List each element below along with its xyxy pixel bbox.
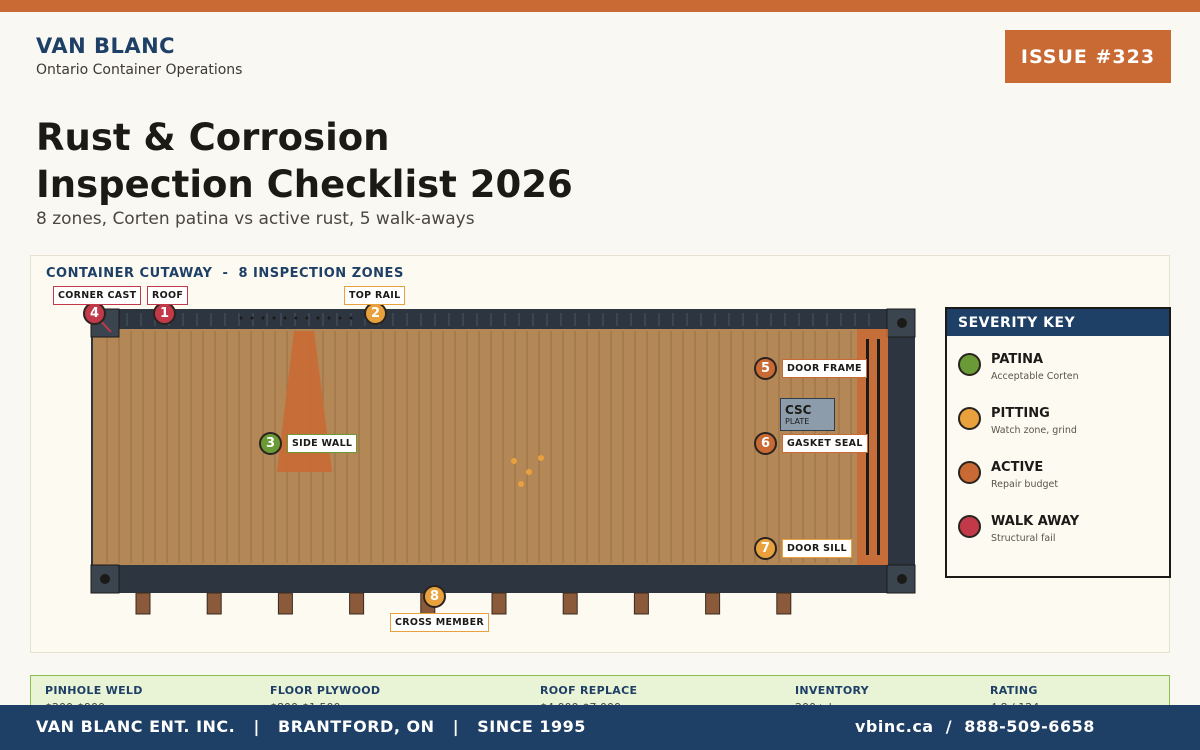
walk-away-swatch — [958, 515, 981, 538]
rail-pit — [261, 316, 265, 320]
zone-8-badge: 8 — [423, 585, 446, 608]
footer-bar: VAN BLANC ENT. INC. | BRANTFORD, ON | SI… — [0, 705, 1200, 750]
corner-hole — [100, 574, 110, 584]
zone-7-badge: 7 — [754, 537, 777, 560]
zone-4-badge: 4 — [83, 302, 106, 325]
page-subtitle: 8 zones, Corten patina vs active rust, 5… — [36, 209, 475, 229]
severity-name: PATINA — [991, 352, 1044, 367]
rail-pit — [239, 316, 243, 320]
cross-member — [705, 592, 721, 615]
issue-badge: ISSUE #323 — [1005, 30, 1171, 83]
corner-hole — [897, 318, 907, 328]
brand-subtitle: Ontario Container Operations — [36, 62, 243, 78]
severity-name: ACTIVE — [991, 460, 1044, 475]
severity-desc: Watch zone, grind — [991, 425, 1077, 436]
zone-7-tag: DOOR SILL — [782, 539, 852, 558]
cross-member — [562, 592, 578, 615]
csc-plate-title: CSC — [785, 403, 812, 417]
severity-desc: Structural fail — [991, 533, 1056, 544]
active-swatch — [958, 461, 981, 484]
footer-company: VAN BLANC ENT. INC. | BRANTFORD, ON | SI… — [36, 717, 586, 736]
zone-6-badge: 6 — [754, 432, 777, 455]
stat-label: RATING — [990, 684, 1038, 697]
zone-4-tag: CORNER CAST — [53, 286, 142, 305]
rail-pit — [349, 316, 353, 320]
zone-3-tag: SIDE WALL — [287, 434, 358, 453]
patina-swatch — [958, 353, 981, 376]
door-lock-bar — [877, 339, 880, 555]
cross-member — [277, 592, 293, 615]
stat-label: FLOOR PLYWOOD — [270, 684, 381, 697]
bottom-rail — [91, 565, 915, 593]
severity-key-title: SEVERITY KEY — [947, 309, 1169, 336]
rail-pit — [338, 316, 342, 320]
zone-8-tag: CROSS MEMBER — [390, 613, 489, 632]
title-line-1: Rust & Corrosion — [36, 116, 390, 159]
stat-label: INVENTORY — [795, 684, 869, 697]
cross-member — [206, 592, 222, 615]
zone-2-tag: TOP RAIL — [344, 286, 406, 305]
pitting-spot — [518, 481, 524, 487]
severity-desc: Repair budget — [991, 479, 1059, 490]
brand-name: VAN BLANC — [36, 34, 176, 58]
corner-hole — [897, 574, 907, 584]
zone-6-tag: GASKET SEAL — [782, 434, 868, 453]
rail-pit — [272, 316, 276, 320]
zone-1-tag: ROOF — [147, 286, 189, 305]
top-accent-bar — [0, 0, 1200, 12]
footer-contact[interactable]: vbinc.ca / 888-509-6658 — [855, 717, 1095, 736]
rail-pit — [327, 316, 331, 320]
zone-5-tag: DOOR FRAME — [782, 359, 867, 378]
zone-5-badge: 5 — [754, 357, 777, 380]
pitting-swatch — [958, 407, 981, 430]
cross-member — [633, 592, 649, 615]
rail-pit — [305, 316, 309, 320]
stat-label: ROOF REPLACE — [540, 684, 638, 697]
cross-member — [776, 592, 792, 615]
zone-2-badge: 2 — [364, 302, 387, 325]
stat-label: PINHOLE WELD — [45, 684, 143, 697]
cross-members — [135, 592, 792, 615]
pitting-spot — [526, 469, 532, 475]
rail-pit — [283, 316, 287, 320]
zone-3-badge: 3 — [259, 432, 282, 455]
severity-desc: Acceptable Corten — [991, 371, 1079, 382]
csc-plate-subtitle: PLATE — [785, 417, 810, 426]
zone-1-badge: 1 — [153, 302, 176, 325]
cross-member — [135, 592, 151, 615]
rail-pit — [250, 316, 254, 320]
roof-rail — [91, 309, 915, 329]
title-line-2: Inspection Checklist 2026 — [36, 163, 573, 206]
severity-name: WALK AWAY — [991, 514, 1080, 529]
rail-pit — [294, 316, 298, 320]
cross-member — [349, 592, 365, 615]
pitting-spot — [538, 455, 544, 461]
cross-member — [491, 592, 507, 615]
rail-pit — [316, 316, 320, 320]
severity-name: PITTING — [991, 406, 1050, 421]
pitting-spot — [511, 458, 517, 464]
severity-key: SEVERITY KEY PATINA Acceptable Corten PI… — [945, 307, 1171, 578]
csc-plate: CSC PLATE — [780, 398, 835, 431]
page-title: Rust & Corrosion Inspection Checklist 20… — [36, 114, 573, 208]
